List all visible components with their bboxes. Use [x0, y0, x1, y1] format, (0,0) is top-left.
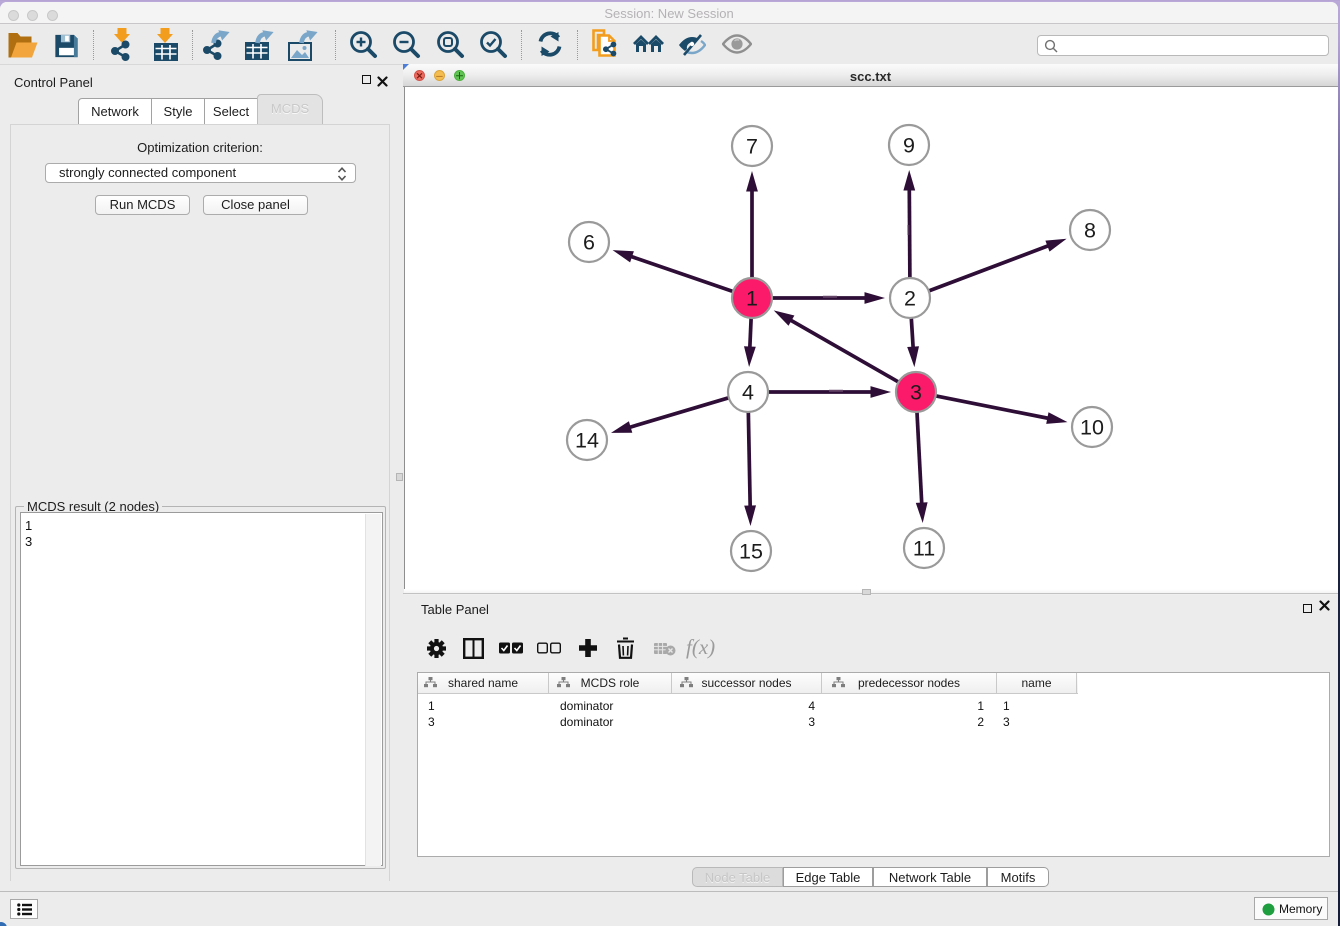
svg-text:15: 15 [739, 540, 763, 564]
svg-text:6: 6 [583, 231, 595, 255]
svg-text:4: 4 [742, 381, 754, 405]
svg-text:1: 1 [746, 287, 758, 311]
svg-text:7: 7 [746, 135, 758, 159]
svg-text:9: 9 [903, 134, 915, 158]
svg-text:8: 8 [1084, 219, 1096, 243]
svg-text:3: 3 [910, 381, 922, 405]
svg-text:14: 14 [575, 429, 599, 453]
svg-text:11: 11 [913, 537, 935, 561]
svg-text:2: 2 [904, 287, 916, 311]
svg-text:10: 10 [1080, 416, 1104, 440]
